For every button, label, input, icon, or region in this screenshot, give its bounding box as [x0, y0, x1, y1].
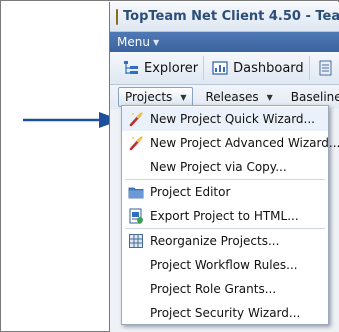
nav-baselines-label: Baseline	[290, 90, 339, 104]
menu-item-project-editor[interactable]: Project Editor	[122, 180, 328, 204]
menu-label: Menu	[117, 35, 150, 49]
blank-icon	[128, 257, 144, 273]
window-title: TopTeam Net Client 4.50 - Team	[123, 9, 339, 24]
grid-icon	[129, 234, 143, 248]
menu-item-label: Export Project to HTML...	[150, 209, 299, 223]
menu-item-project-role-grants[interactable]: Project Role Grants...	[122, 277, 328, 301]
dashboard-icon	[212, 61, 228, 75]
report-icon	[319, 60, 332, 76]
projects-dropdown-menu: New Project Quick Wizard... New Project …	[121, 105, 339, 325]
explorer-tree-icon	[124, 61, 138, 74]
export-icon	[129, 208, 143, 224]
pointer-arrow-icon	[23, 112, 121, 128]
dashboard-label: Dashboard	[233, 60, 304, 76]
explorer-button[interactable]: Explorer	[118, 56, 205, 80]
menu-item-label: Reorganize Projects...	[150, 234, 280, 248]
menu-item-export-project-html[interactable]: Export Project to HTML...	[122, 204, 328, 228]
menu-item-label: Project Workflow Rules...	[150, 258, 298, 272]
blank-icon	[128, 159, 144, 175]
nav-releases[interactable]: Releases ▼	[199, 87, 278, 107]
chevron-down-icon: ▼	[152, 37, 160, 47]
nav-releases-label: Releases	[205, 90, 259, 104]
nav-projects-label: Projects	[125, 90, 173, 104]
blank-icon	[128, 305, 144, 321]
menu-item-label: Project Role Grants...	[150, 282, 277, 296]
menu-item-label: New Project Quick Wizard...	[150, 112, 315, 126]
title-bar: TopTeam Net Client 4.50 - Team	[110, 2, 339, 32]
menu-bar: Menu ▼	[110, 32, 339, 52]
report-button[interactable]: R	[313, 56, 339, 80]
menu-item-label: Project Editor	[150, 185, 231, 199]
wizard-wand-icon	[129, 136, 143, 151]
menu-item-label: New Project via Copy...	[150, 160, 287, 174]
wizard-wand-icon	[129, 112, 143, 127]
nav-projects[interactable]: Projects ▼	[118, 87, 194, 107]
blank-icon	[128, 281, 144, 297]
menu-item-label: Project Security Wizard...	[150, 306, 301, 320]
menu-item-project-security-wizard[interactable]: Project Security Wizard...	[122, 301, 328, 325]
explorer-label: Explorer	[144, 60, 199, 76]
menu-item-label: New Project Advanced Wizard...	[150, 136, 339, 150]
toolbar: Explorer Dashboard R	[110, 52, 339, 85]
menu-button[interactable]: Menu ▼	[117, 35, 159, 49]
menu-item-reorganize-projects[interactable]: Reorganize Projects...	[122, 229, 328, 253]
folder-icon	[128, 187, 144, 199]
nav-baselines[interactable]: Baseline	[285, 87, 339, 107]
menu-item-new-project-quick-wizard[interactable]: New Project Quick Wizard...	[122, 107, 328, 131]
app-logo-icon	[116, 8, 118, 25]
chevron-down-icon: ▼	[180, 92, 187, 102]
menu-item-new-project-via-copy[interactable]: New Project via Copy...	[122, 155, 328, 179]
chevron-down-icon: ▼	[266, 92, 273, 102]
menu-item-new-project-advanced-wizard[interactable]: New Project Advanced Wizard...	[122, 131, 339, 155]
dashboard-button[interactable]: Dashboard	[207, 56, 310, 80]
menu-item-project-workflow-rules[interactable]: Project Workflow Rules...	[122, 253, 328, 277]
